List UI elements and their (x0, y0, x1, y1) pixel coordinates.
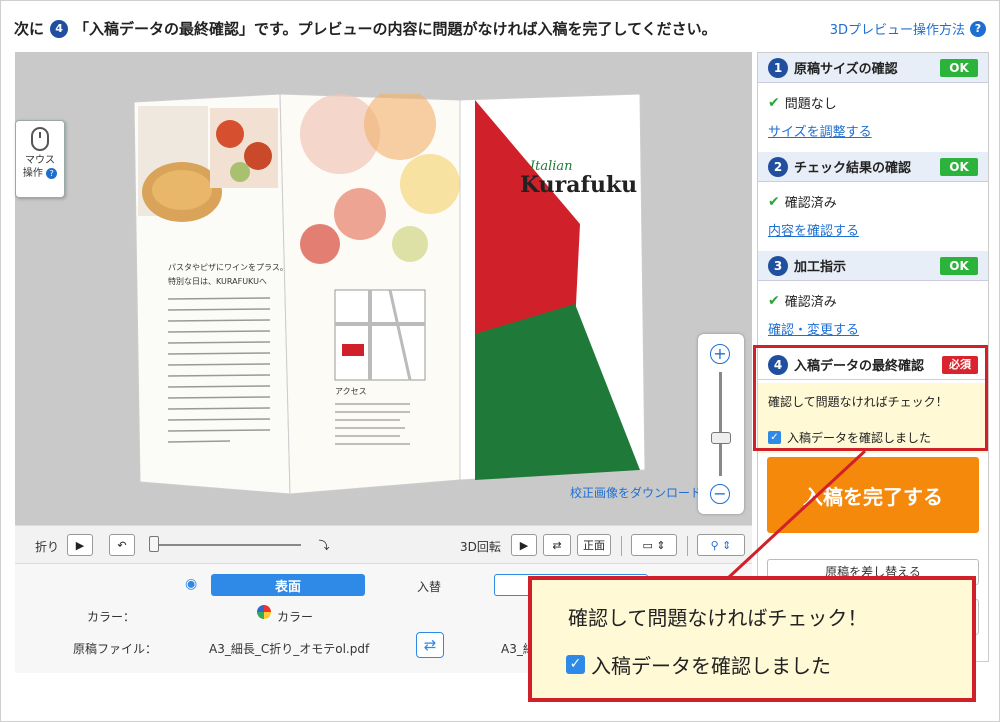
instruction-bar: 次に 4 「入稿データの最終確認」です。プレビューの内容に問題がなければ入稿を完… (14, 18, 717, 39)
zoom-callout: 確認して問題なければチェック！ ✓ 入稿データを確認しました (528, 576, 976, 702)
step-3-number: 3 (768, 255, 788, 276)
zoom-in-icon[interactable]: + (710, 344, 730, 364)
callout-checkbox-icon: ✓ (566, 655, 585, 674)
zoom-out-icon[interactable]: − (710, 484, 730, 504)
fold-label: 折り (35, 540, 60, 554)
mouse-label-2: 操作 (22, 168, 43, 179)
instruction-text: 「入稿データの最終確認」です。プレビューの内容に問題がなければ入稿を完了してくだ… (74, 20, 717, 38)
change-processing-link[interactable]: 確認・変更する (768, 319, 859, 338)
brochure-heading-2: 特別な日は、KURAFUKUへ (168, 276, 267, 286)
tab-front[interactable]: 表面 (211, 574, 365, 596)
step-2-ok-badge: OK (940, 158, 978, 176)
color-value: カラー (277, 610, 314, 624)
swap-files-button[interactable]: ⇄ (416, 632, 444, 658)
step-1-title: 原稿サイズの確認 (794, 62, 898, 77)
instruction-prefix: 次に (14, 20, 45, 38)
step-2-status: ✔ 確認済み (768, 193, 837, 212)
step-1-header: 1 原稿サイズの確認 OK (758, 53, 988, 83)
file-label: 原稿ファイル： (73, 642, 158, 656)
zoom-slider-thumb[interactable] (711, 432, 731, 444)
complete-submission-button[interactable]: 入稿を完了する (767, 457, 979, 533)
divider (621, 536, 622, 556)
step-2-header: 2 チェック結果の確認 OK (758, 152, 988, 182)
check-icon: ✔ (768, 193, 780, 210)
highlight-box (753, 345, 988, 451)
mouse-operation-button[interactable]: マウス 操作 ? (15, 120, 65, 198)
question-icon[interactable]: ? (970, 20, 986, 37)
preview-controls: 折り ▶ ↶ ⤵ 3D回転 ▶ ⇄ 正面 ▭ ⇕ ⚲ ⇕ (15, 525, 752, 563)
zoom-track[interactable] (719, 372, 722, 476)
brochure-access-label: アクセス (335, 387, 367, 396)
brochure-heading-1: パスタやピザにワインをプラス。 (168, 263, 288, 272)
mouse-label-1: マウス (25, 155, 55, 166)
color-wheel-icon (257, 605, 271, 619)
fold-icon[interactable]: ⤵ (311, 534, 337, 556)
callout-checkbox-label: 入稿データを確認しました (591, 654, 831, 678)
mouse-icon (31, 127, 49, 151)
brochure-3d-model[interactable]: パスタやピザにワインをプラス。 特別な日は、KURAFUKUへ アクセス Ita… (130, 94, 650, 494)
step-3-header: 3 加工指示 OK (758, 251, 988, 281)
step-1-ok-badge: OK (940, 59, 978, 77)
callout-checkbox-row: ✓ 入稿データを確認しました (566, 650, 831, 679)
flip-icon[interactable]: ⇄ (543, 534, 571, 556)
step-2-title: チェック結果の確認 (794, 161, 912, 176)
zoom-control[interactable]: + − (698, 334, 744, 514)
step-3-title: 加工指示 (794, 260, 847, 275)
color-label: カラー： (87, 610, 136, 624)
unfold-icon[interactable]: ↶ (109, 534, 135, 556)
step-1-status: ✔ 問題なし (768, 94, 837, 113)
brochure-access-map (334, 289, 426, 381)
fold-play-button[interactable]: ▶ (67, 534, 93, 556)
step-2-number: 2 (768, 156, 788, 177)
mouse-help-icon[interactable]: ? (46, 168, 58, 179)
3d-help-link[interactable]: 3Dプレビュー操作方法 ? (830, 19, 986, 38)
callout-instruction: 確認して問題なければチェック！ (568, 606, 868, 630)
download-proof-link[interactable]: 校正画像をダウンロード (570, 484, 702, 501)
help-link-label[interactable]: 3Dプレビュー操作方法 (830, 19, 965, 38)
step-number-badge: 4 (50, 19, 69, 38)
brochure-title: Kurafuku (520, 172, 637, 198)
swap-label: 入替 (417, 580, 442, 594)
check-content-link[interactable]: 内容を確認する (768, 220, 859, 239)
step-3-status: ✔ 確認済み (768, 292, 837, 311)
check-icon: ✔ (768, 292, 780, 309)
check-icon: ✔ (768, 94, 780, 111)
divider (687, 536, 688, 556)
search-select[interactable]: ⚲ ⇕ (697, 534, 745, 556)
file-front-name: A3_細長_C折り_オモテol.pdf (209, 642, 370, 656)
front-view-button[interactable]: 正面 (577, 534, 611, 556)
display-select[interactable]: ▭ ⇕ (631, 534, 677, 556)
fold-slider-track[interactable] (151, 544, 301, 546)
step-3-ok-badge: OK (940, 257, 978, 275)
fold-slider-thumb[interactable] (149, 536, 159, 552)
step-1-number: 1 (768, 57, 788, 78)
eye-icon[interactable]: ◉ (185, 576, 197, 592)
adjust-size-link[interactable]: サイズを調整する (768, 121, 872, 140)
rotate-label: 3D回転 (460, 540, 501, 554)
rotate-play-button[interactable]: ▶ (511, 534, 537, 556)
3d-preview-area[interactable]: マウス 操作 ? パスタやピザにワインをプラス。 特別な日は、KURAFUKUへ (15, 52, 752, 525)
